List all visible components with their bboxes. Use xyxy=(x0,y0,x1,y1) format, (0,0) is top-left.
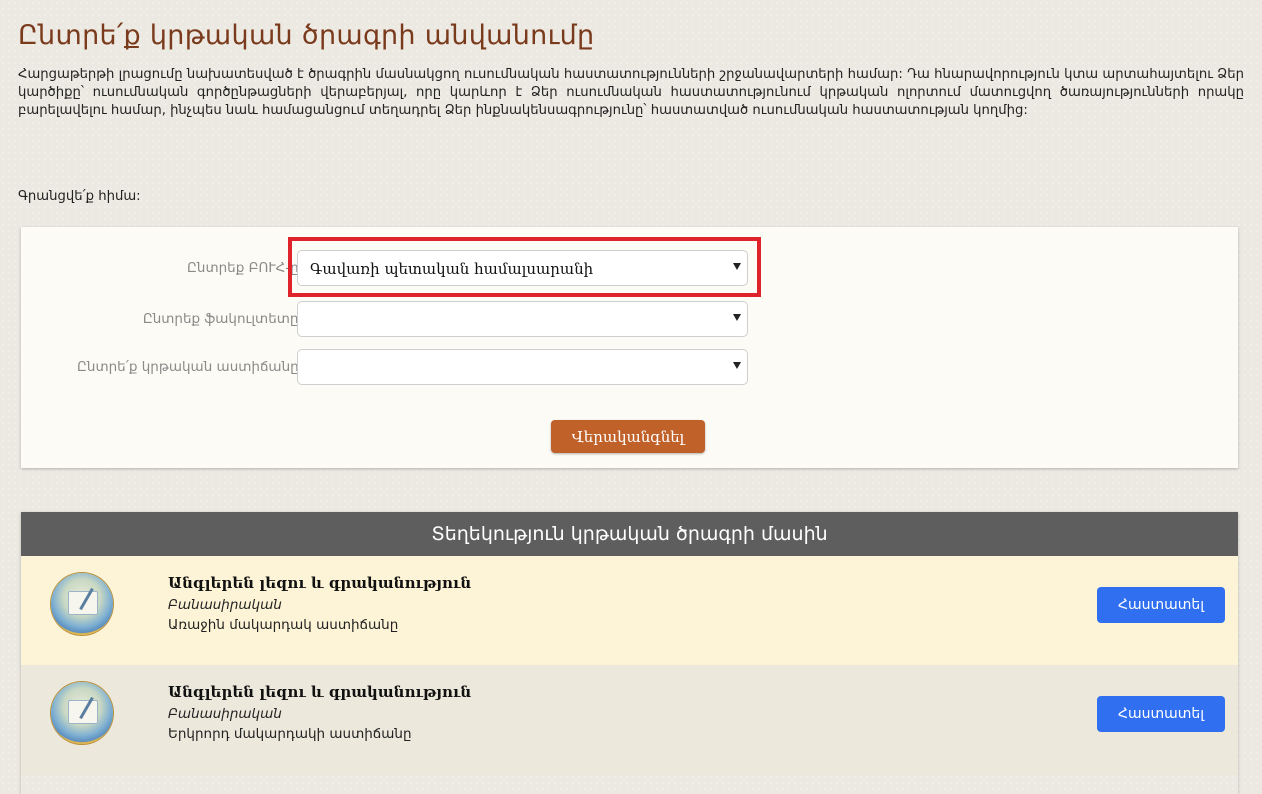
highlight-box xyxy=(288,237,761,297)
faculty-select[interactable] xyxy=(297,301,748,337)
intro-text: Հարցաթերթի լրացումը նախատեսված է ծրագրին… xyxy=(18,67,1244,118)
program-degree: Առաջին մակարդակ աստիճանը xyxy=(168,617,399,633)
university-label: Ընտրեք ԲՈՒՀ-ը. xyxy=(187,260,303,276)
results-panel: Տեղեկություն կրթական ծրագրի մասին Անգլեր… xyxy=(21,512,1238,794)
university-logo xyxy=(51,573,113,635)
program-title: Անգլերեն լեզու և գրականություն xyxy=(168,683,472,701)
reset-button[interactable]: Վերականգնել xyxy=(551,420,705,453)
program-title: Անգլերեն լեզու և գրականություն xyxy=(168,574,472,592)
university-logo xyxy=(51,682,113,744)
results-header: Տեղեկություն կրթական ծրագրի մասին xyxy=(21,512,1238,556)
confirm-button[interactable]: Հաստատել xyxy=(1097,587,1225,623)
degree-select[interactable] xyxy=(297,349,748,385)
program-card: Անգլերեն լեզու և գրականություն Բանասիրակ… xyxy=(21,556,1238,665)
chevron-down-icon xyxy=(733,314,741,321)
filter-panel: Ընտրեք ԲՈՒՀ-ը. Գավառի պետական համալսարան… xyxy=(21,227,1238,468)
chevron-down-icon xyxy=(733,362,741,369)
degree-label: Ընտրե՛ք կրթական աստիճանը. xyxy=(77,359,303,375)
program-faculty: Բանասիրական xyxy=(168,597,282,613)
confirm-button[interactable]: Հաստատել xyxy=(1097,696,1225,732)
program-degree: Երկրորդ մակարդակի աստիճանը xyxy=(168,726,412,742)
register-text: Գրանցվե՛ք հիմա: xyxy=(18,189,141,204)
program-faculty: Բանասիրական xyxy=(168,706,282,722)
page-title: Ընտրե՛ք կրթական ծրագրի անվանումը xyxy=(18,20,595,51)
program-card: Անգլերեն լեզու և գրականություն Բանասիրակ… xyxy=(21,665,1238,775)
faculty-row: Ընտրեք ֆակուլտետը: xyxy=(21,301,1238,339)
faculty-label: Ընտրեք ֆակուլտետը: xyxy=(142,311,303,327)
degree-row: Ընտրե՛ք կրթական աստիճանը. xyxy=(21,349,1238,387)
